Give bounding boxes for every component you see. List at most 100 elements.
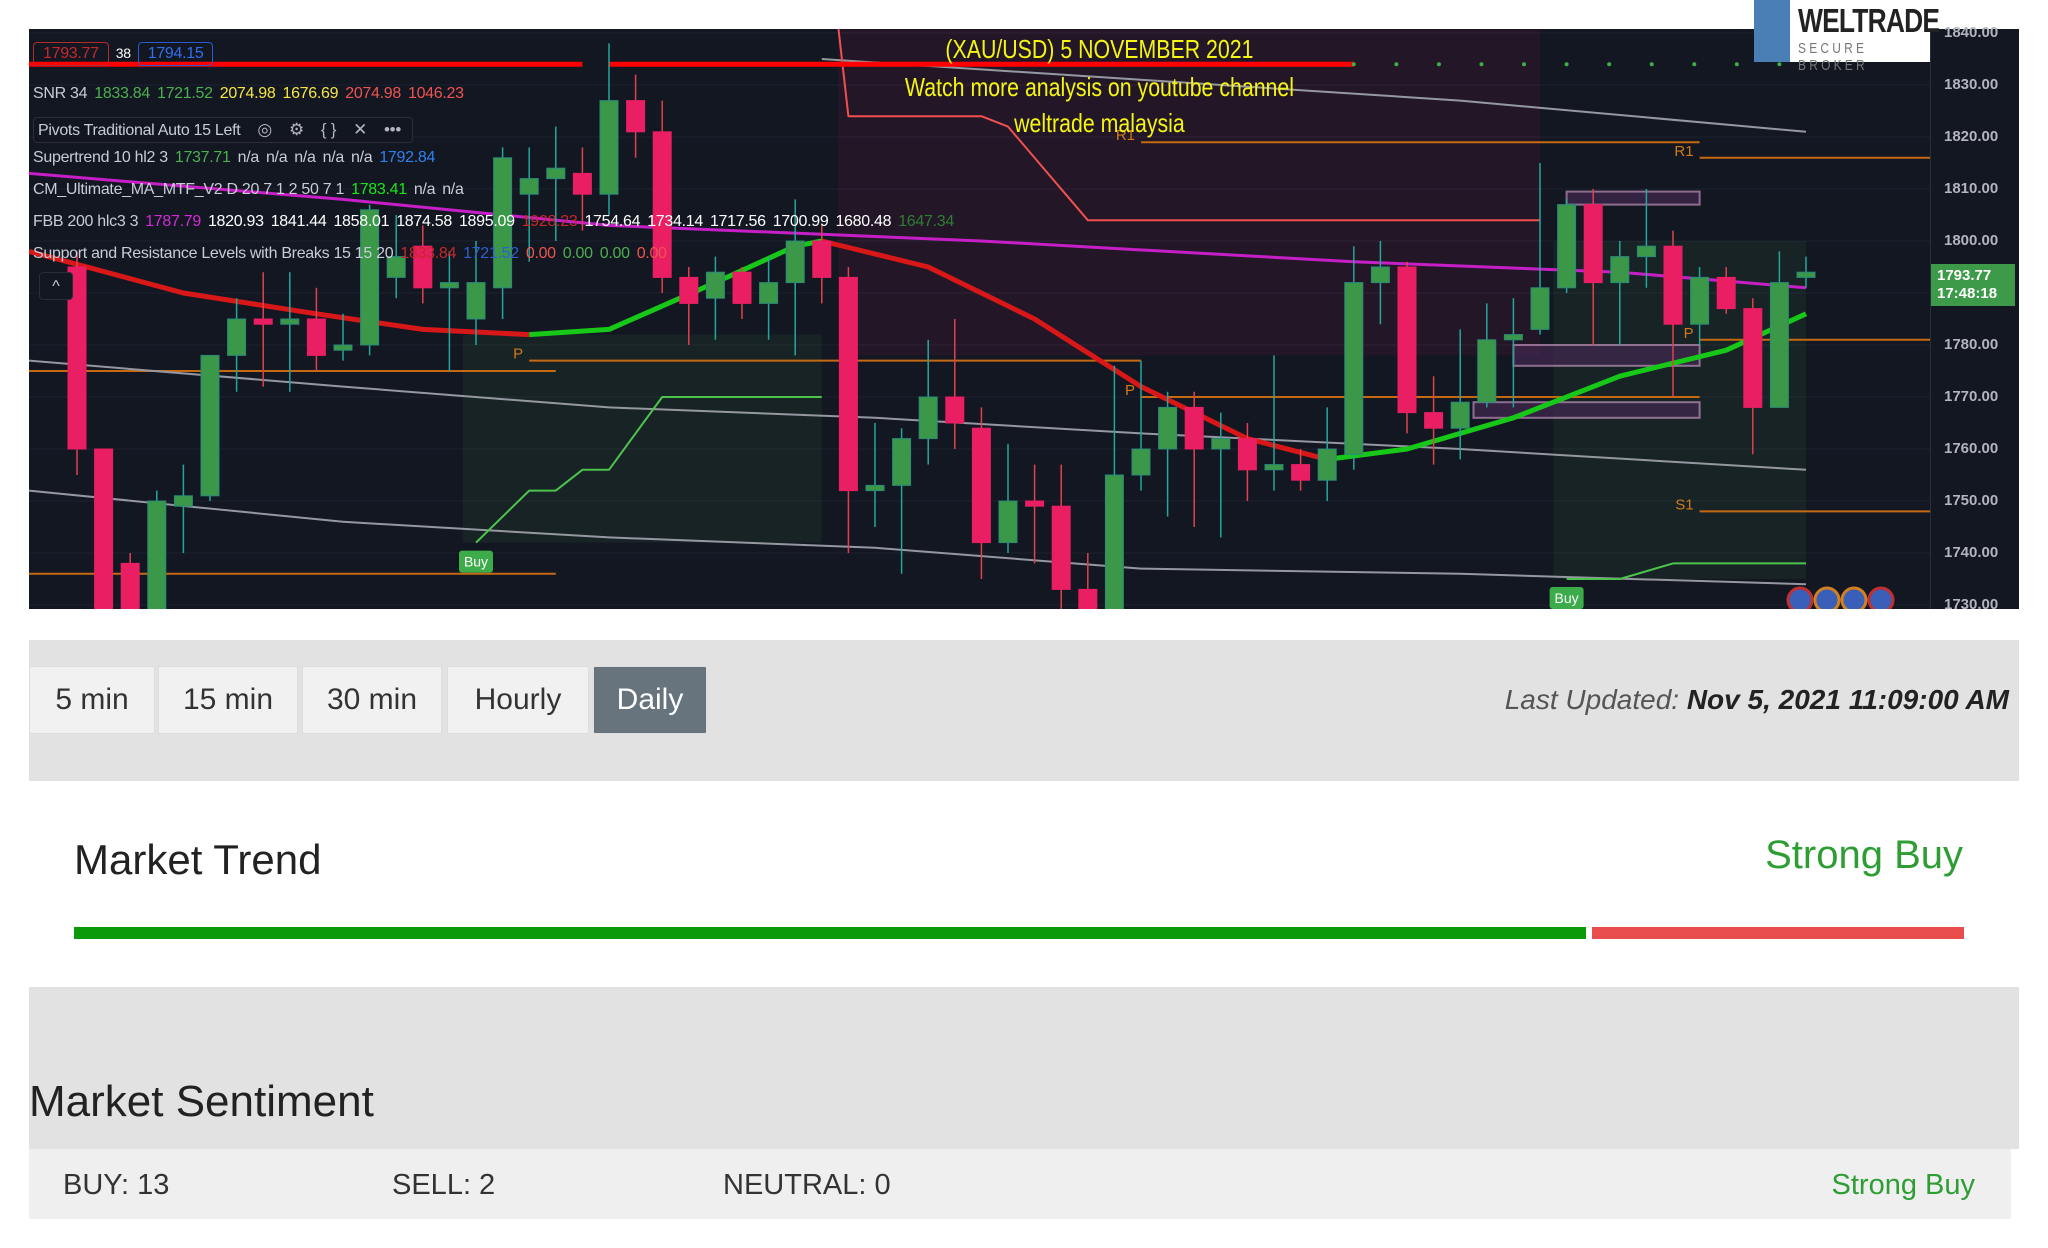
eye-icon[interactable]: ◎ [257,120,272,140]
indicator-legend-row[interactable]: Supertrend 10 hl2 3 1737.71 n/a n/a n/a n/a n/… [33,149,442,167]
buy-signal-label: Buy [464,554,488,570]
indicator-value: 1734.14 [647,213,703,230]
tab-30-min[interactable]: 30 min [302,666,442,734]
candle-down [253,318,273,325]
price-axis-label: 1770.00 [1944,388,1999,405]
collapse-legend-button[interactable]: ^ [39,272,73,300]
indicator-legend-row[interactable]: Pivots Traditional Auto 15 Left ◎ ⚙ { } ✕ ••• [33,117,413,143]
pivot-level-label: P [1684,325,1694,342]
candle-down [306,318,326,356]
candle-down [1291,464,1311,481]
price-axis-label: 1840.00 [1944,24,1999,41]
current-price: 1793.77 [1937,267,1992,284]
market-trend-value: Strong Buy [1765,833,1963,877]
us-flag-event-icon [1813,586,1841,609]
indicator-value: 1721.52 [463,245,519,262]
indicator-legend-row[interactable]: SNR 34 1833.84 1721.52 2074.98 1676.69 2074.9… [33,85,471,103]
last-updated: Last Updated: Nov 5, 2021 11:09:00 AM [1505,684,2009,716]
price-axis-label: 1760.00 [1944,440,1999,457]
candle-up [1344,282,1364,455]
indicator-value: 0.00 [525,245,556,262]
buy-count: BUY: 13 [63,1169,170,1201]
price-axis-label: 1740.00 [1944,544,1999,561]
more-icon[interactable]: ••• [384,120,401,140]
candle-down [1583,204,1603,284]
indicator-legend-row[interactable]: CM_Ultimate_MA_MTF_V2 D 20 7 1 2 50 7 1 1… [33,181,471,199]
candle-up [1690,276,1710,325]
indicator-value: 1737.71 [174,149,231,166]
tab-5-min[interactable]: 5 min [29,666,155,734]
indicator-value: 1820.93 [207,213,264,230]
candle-up [1796,271,1816,278]
price-axis[interactable] [1930,29,2019,609]
candle-up [1769,282,1789,408]
weltrade-logo: WELTRADE SECURE BROKER [1754,0,1940,74]
candle-up [1557,204,1577,289]
indicator-value: 1680.48 [835,213,892,230]
indicator-value: 1676.69 [282,85,339,102]
indicator-legend-row[interactable]: Support and Resistance Levels with Break… [33,245,674,263]
fbb-lower-line [29,489,1807,586]
candle-up [1264,464,1284,471]
candle-down [679,276,699,304]
ask-price[interactable]: 1794.15 [137,42,214,66]
candle-up [865,484,885,492]
candle-up [147,500,167,609]
candle-up [1104,474,1124,609]
candle-down [1078,588,1098,609]
gear-icon[interactable]: ⚙ [289,120,304,140]
candle-up [785,240,805,284]
candle-up [546,167,566,180]
indicator-value: 1858.01 [333,213,390,230]
price-boxes: 1793.77 38 1794.15 [33,42,220,66]
candle-down [1743,308,1763,408]
indicator-value: 1874.58 [396,213,452,230]
us-flag-event-icon [1867,586,1895,609]
candle-up [998,500,1018,544]
close-icon[interactable]: ✕ [353,120,367,140]
price-axis-label: 1800.00 [1944,232,1999,249]
spread: 38 [115,45,131,61]
candle-up [200,354,220,497]
price-axis-label: 1780.00 [1944,336,1999,353]
indicator-value: n/a [237,149,260,166]
bid-price[interactable]: 1793.77 [33,42,109,66]
last-updated-label: Last Updated: [1504,684,1680,715]
indicator-value: 0.00 [636,245,667,262]
tab-15-min[interactable]: 15 min [158,666,298,734]
indicator-value: 1046.23 [407,85,464,102]
pivot-level-label: P [513,346,523,363]
indicator-value: n/a [413,181,436,198]
indicator-name: Support and Resistance Levels with Break… [33,245,394,262]
candle-down [1237,438,1257,471]
candle-up [918,396,938,440]
indicator-value: 0.00 [599,245,630,262]
us-flag-event-icon [1840,586,1868,609]
sell-count: SELL: 2 [392,1169,496,1201]
candle-down [838,276,858,492]
candle-down [732,271,752,304]
market-sentiment-section: Market Sentiment [29,987,2019,1149]
tab-daily[interactable]: Daily [593,666,707,734]
tab-hourly[interactable]: Hourly [447,666,589,734]
trend-bar [74,927,1964,939]
indicator-legend-row[interactable]: FBB 200 hlc3 3 1787.79 1820.93 1841.44 1858.… [33,213,961,231]
indicator-value: 1754.64 [584,213,641,230]
price-axis-label: 1830.00 [1944,76,1999,93]
candle-up [1450,401,1470,429]
candle-up [1131,448,1151,476]
candle-up [1636,245,1656,258]
candle-up [705,271,725,299]
indicator-value: 1928.23 [521,213,578,230]
indicator-name: FBB 200 hlc3 3 [33,213,139,230]
candle-up [1211,438,1231,450]
price-axis-label: 1810.00 [1944,180,1999,197]
price-axis-label: 1750.00 [1944,492,1999,509]
timeframe-bar: 5 min 15 min 30 min Hourly Daily Last Up… [29,640,2019,781]
candle-up [1477,339,1497,403]
chart-title-line-1: (XAU/USD) 5 NOVEMBER 2021 [945,34,1254,64]
indicator-name: Supertrend 10 hl2 3 [33,149,168,166]
indicator-name: CM_Ultimate_MA_MTF_V2 D 20 7 1 2 50 7 1 [33,181,345,198]
source-code-icon[interactable]: { } [321,120,336,140]
candle-down [1663,245,1683,325]
